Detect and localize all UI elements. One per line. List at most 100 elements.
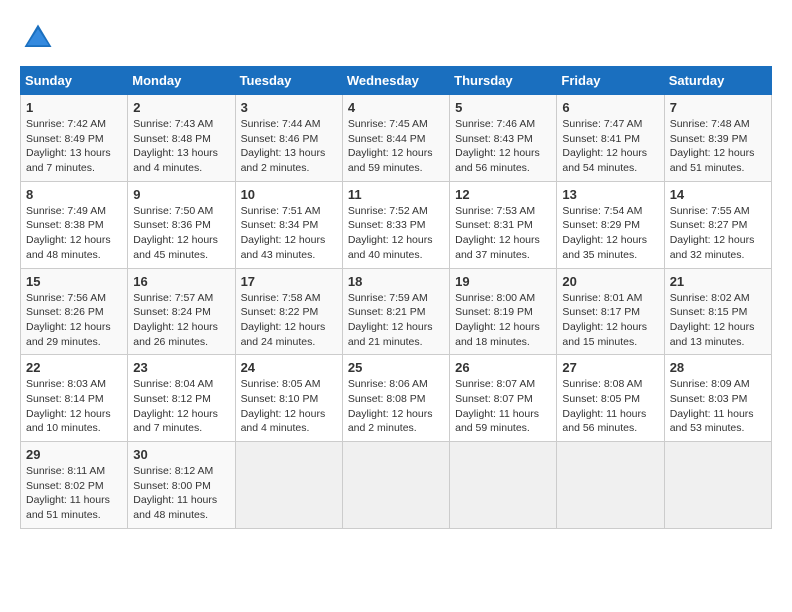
day-detail: Sunrise: 7:49 AMSunset: 8:38 PMDaylight:… bbox=[26, 205, 111, 261]
calendar-cell: 30 Sunrise: 8:12 AMSunset: 8:00 PMDaylig… bbox=[128, 442, 235, 529]
column-header-thursday: Thursday bbox=[450, 67, 557, 95]
calendar-cell: 1 Sunrise: 7:42 AMSunset: 8:49 PMDayligh… bbox=[21, 95, 128, 182]
calendar-cell: 15 Sunrise: 7:56 AMSunset: 8:26 PMDaylig… bbox=[21, 268, 128, 355]
day-number: 14 bbox=[670, 187, 766, 202]
calendar-cell bbox=[342, 442, 449, 529]
calendar-cell: 2 Sunrise: 7:43 AMSunset: 8:48 PMDayligh… bbox=[128, 95, 235, 182]
day-number: 7 bbox=[670, 100, 766, 115]
calendar-body: 1 Sunrise: 7:42 AMSunset: 8:49 PMDayligh… bbox=[21, 95, 772, 529]
calendar-week-row: 29 Sunrise: 8:11 AMSunset: 8:02 PMDaylig… bbox=[21, 442, 772, 529]
calendar-cell: 8 Sunrise: 7:49 AMSunset: 8:38 PMDayligh… bbox=[21, 181, 128, 268]
column-header-wednesday: Wednesday bbox=[342, 67, 449, 95]
day-detail: Sunrise: 8:12 AMSunset: 8:00 PMDaylight:… bbox=[133, 465, 217, 521]
day-detail: Sunrise: 7:48 AMSunset: 8:39 PMDaylight:… bbox=[670, 118, 755, 174]
day-detail: Sunrise: 8:11 AMSunset: 8:02 PMDaylight:… bbox=[26, 465, 110, 521]
day-number: 23 bbox=[133, 360, 229, 375]
calendar-cell: 22 Sunrise: 8:03 AMSunset: 8:14 PMDaylig… bbox=[21, 355, 128, 442]
column-header-friday: Friday bbox=[557, 67, 664, 95]
calendar-cell bbox=[450, 442, 557, 529]
calendar-cell: 28 Sunrise: 8:09 AMSunset: 8:03 PMDaylig… bbox=[664, 355, 771, 442]
calendar-week-row: 15 Sunrise: 7:56 AMSunset: 8:26 PMDaylig… bbox=[21, 268, 772, 355]
calendar-cell bbox=[664, 442, 771, 529]
day-number: 1 bbox=[26, 100, 122, 115]
day-number: 10 bbox=[241, 187, 337, 202]
calendar-cell bbox=[557, 442, 664, 529]
day-detail: Sunrise: 7:56 AMSunset: 8:26 PMDaylight:… bbox=[26, 292, 111, 348]
calendar-cell: 9 Sunrise: 7:50 AMSunset: 8:36 PMDayligh… bbox=[128, 181, 235, 268]
day-number: 12 bbox=[455, 187, 551, 202]
day-detail: Sunrise: 7:46 AMSunset: 8:43 PMDaylight:… bbox=[455, 118, 540, 174]
day-detail: Sunrise: 7:57 AMSunset: 8:24 PMDaylight:… bbox=[133, 292, 218, 348]
day-detail: Sunrise: 8:05 AMSunset: 8:10 PMDaylight:… bbox=[241, 378, 326, 434]
day-number: 26 bbox=[455, 360, 551, 375]
calendar-cell: 13 Sunrise: 7:54 AMSunset: 8:29 PMDaylig… bbox=[557, 181, 664, 268]
day-detail: Sunrise: 7:44 AMSunset: 8:46 PMDaylight:… bbox=[241, 118, 326, 174]
day-number: 21 bbox=[670, 274, 766, 289]
day-detail: Sunrise: 8:07 AMSunset: 8:07 PMDaylight:… bbox=[455, 378, 539, 434]
day-detail: Sunrise: 8:03 AMSunset: 8:14 PMDaylight:… bbox=[26, 378, 111, 434]
day-detail: Sunrise: 7:52 AMSunset: 8:33 PMDaylight:… bbox=[348, 205, 433, 261]
column-header-sunday: Sunday bbox=[21, 67, 128, 95]
calendar-cell: 10 Sunrise: 7:51 AMSunset: 8:34 PMDaylig… bbox=[235, 181, 342, 268]
day-number: 18 bbox=[348, 274, 444, 289]
day-number: 15 bbox=[26, 274, 122, 289]
day-number: 9 bbox=[133, 187, 229, 202]
day-detail: Sunrise: 7:53 AMSunset: 8:31 PMDaylight:… bbox=[455, 205, 540, 261]
calendar-cell: 26 Sunrise: 8:07 AMSunset: 8:07 PMDaylig… bbox=[450, 355, 557, 442]
calendar-cell: 5 Sunrise: 7:46 AMSunset: 8:43 PMDayligh… bbox=[450, 95, 557, 182]
calendar-cell: 25 Sunrise: 8:06 AMSunset: 8:08 PMDaylig… bbox=[342, 355, 449, 442]
calendar-cell: 3 Sunrise: 7:44 AMSunset: 8:46 PMDayligh… bbox=[235, 95, 342, 182]
day-number: 25 bbox=[348, 360, 444, 375]
day-detail: Sunrise: 7:50 AMSunset: 8:36 PMDaylight:… bbox=[133, 205, 218, 261]
day-detail: Sunrise: 7:55 AMSunset: 8:27 PMDaylight:… bbox=[670, 205, 755, 261]
day-detail: Sunrise: 8:04 AMSunset: 8:12 PMDaylight:… bbox=[133, 378, 218, 434]
day-detail: Sunrise: 8:06 AMSunset: 8:08 PMDaylight:… bbox=[348, 378, 433, 434]
logo-icon bbox=[20, 20, 56, 56]
page-header bbox=[20, 20, 772, 56]
calendar-header: SundayMondayTuesdayWednesdayThursdayFrid… bbox=[21, 67, 772, 95]
calendar-cell: 20 Sunrise: 8:01 AMSunset: 8:17 PMDaylig… bbox=[557, 268, 664, 355]
day-number: 11 bbox=[348, 187, 444, 202]
day-number: 27 bbox=[562, 360, 658, 375]
day-detail: Sunrise: 7:58 AMSunset: 8:22 PMDaylight:… bbox=[241, 292, 326, 348]
day-detail: Sunrise: 8:00 AMSunset: 8:19 PMDaylight:… bbox=[455, 292, 540, 348]
day-detail: Sunrise: 7:42 AMSunset: 8:49 PMDaylight:… bbox=[26, 118, 111, 174]
calendar-cell: 4 Sunrise: 7:45 AMSunset: 8:44 PMDayligh… bbox=[342, 95, 449, 182]
day-detail: Sunrise: 8:02 AMSunset: 8:15 PMDaylight:… bbox=[670, 292, 755, 348]
calendar-cell: 19 Sunrise: 8:00 AMSunset: 8:19 PMDaylig… bbox=[450, 268, 557, 355]
day-number: 13 bbox=[562, 187, 658, 202]
calendar-cell: 29 Sunrise: 8:11 AMSunset: 8:02 PMDaylig… bbox=[21, 442, 128, 529]
day-number: 16 bbox=[133, 274, 229, 289]
day-detail: Sunrise: 7:51 AMSunset: 8:34 PMDaylight:… bbox=[241, 205, 326, 261]
calendar-cell: 21 Sunrise: 8:02 AMSunset: 8:15 PMDaylig… bbox=[664, 268, 771, 355]
day-number: 3 bbox=[241, 100, 337, 115]
calendar-cell: 24 Sunrise: 8:05 AMSunset: 8:10 PMDaylig… bbox=[235, 355, 342, 442]
day-number: 17 bbox=[241, 274, 337, 289]
calendar-cell: 7 Sunrise: 7:48 AMSunset: 8:39 PMDayligh… bbox=[664, 95, 771, 182]
day-number: 6 bbox=[562, 100, 658, 115]
column-header-tuesday: Tuesday bbox=[235, 67, 342, 95]
day-number: 29 bbox=[26, 447, 122, 462]
day-number: 28 bbox=[670, 360, 766, 375]
calendar-cell: 14 Sunrise: 7:55 AMSunset: 8:27 PMDaylig… bbox=[664, 181, 771, 268]
calendar-cell: 18 Sunrise: 7:59 AMSunset: 8:21 PMDaylig… bbox=[342, 268, 449, 355]
column-header-monday: Monday bbox=[128, 67, 235, 95]
day-detail: Sunrise: 8:01 AMSunset: 8:17 PMDaylight:… bbox=[562, 292, 647, 348]
day-detail: Sunrise: 8:08 AMSunset: 8:05 PMDaylight:… bbox=[562, 378, 646, 434]
calendar-cell bbox=[235, 442, 342, 529]
day-number: 8 bbox=[26, 187, 122, 202]
calendar-cell: 12 Sunrise: 7:53 AMSunset: 8:31 PMDaylig… bbox=[450, 181, 557, 268]
day-number: 24 bbox=[241, 360, 337, 375]
calendar-cell: 17 Sunrise: 7:58 AMSunset: 8:22 PMDaylig… bbox=[235, 268, 342, 355]
day-number: 19 bbox=[455, 274, 551, 289]
day-number: 4 bbox=[348, 100, 444, 115]
day-detail: Sunrise: 7:54 AMSunset: 8:29 PMDaylight:… bbox=[562, 205, 647, 261]
calendar-cell: 11 Sunrise: 7:52 AMSunset: 8:33 PMDaylig… bbox=[342, 181, 449, 268]
logo bbox=[20, 20, 62, 56]
calendar-week-row: 8 Sunrise: 7:49 AMSunset: 8:38 PMDayligh… bbox=[21, 181, 772, 268]
day-detail: Sunrise: 8:09 AMSunset: 8:03 PMDaylight:… bbox=[670, 378, 754, 434]
day-number: 5 bbox=[455, 100, 551, 115]
calendar-cell: 23 Sunrise: 8:04 AMSunset: 8:12 PMDaylig… bbox=[128, 355, 235, 442]
day-number: 20 bbox=[562, 274, 658, 289]
day-detail: Sunrise: 7:43 AMSunset: 8:48 PMDaylight:… bbox=[133, 118, 218, 174]
